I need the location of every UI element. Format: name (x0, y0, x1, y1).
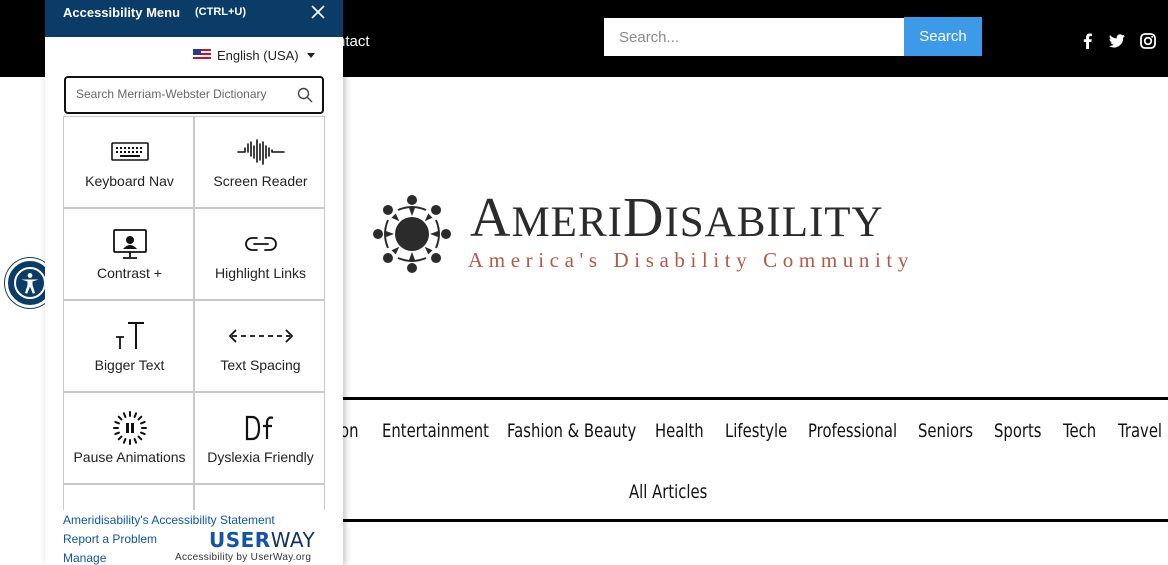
nav-item-entertainment[interactable]: Entertainment (382, 420, 489, 442)
accessibility-menu-footer: Ameridisability's Accessibility Statemen… (45, 510, 343, 565)
manage-link[interactable]: Manage (63, 551, 106, 565)
language-label: English (USA) (217, 47, 299, 63)
tool-screen-reader[interactable]: Screen Reader (194, 116, 325, 208)
tool-highlight-links[interactable]: Highlight Links (194, 208, 325, 300)
text-size-icon (115, 322, 144, 349)
ameridisability-logo-icon[interactable] (368, 190, 456, 278)
tool-contrast[interactable]: Contrast + (63, 208, 194, 300)
nav-item-all-articles[interactable]: All Articles (629, 481, 707, 503)
tool-label: Pause Animations (73, 449, 186, 465)
tool-pause-animations[interactable]: Pause Animations (63, 392, 194, 484)
keyboard-icon (110, 142, 149, 161)
tool-label: Text Spacing (220, 357, 301, 373)
nav-bottom-rule (330, 519, 1168, 522)
tool-keyboard-nav[interactable]: Keyboard Nav (63, 116, 194, 208)
chevron-down-icon (306, 52, 315, 58)
tool-label: Dyslexia Friendly (207, 449, 314, 465)
userway-logo[interactable]: USERWAY (209, 528, 315, 552)
site-tagline: America's Disability Community (468, 248, 914, 272)
accessibility-statement-link[interactable]: Ameridisability's Accessibility Statemen… (63, 513, 275, 527)
link-icon (244, 237, 277, 251)
accessibility-menu-shortcut: (CTRL+U) (195, 6, 247, 18)
site-search-input[interactable] (604, 18, 904, 56)
nav-item-professional[interactable]: Professional (808, 420, 897, 442)
nav-item-seniors[interactable]: Seniors (918, 420, 973, 442)
close-icon[interactable] (309, 3, 327, 21)
page: ntact Search... Search AMERIDISABILITY A… (0, 0, 1168, 565)
language-selector[interactable]: English (USA) (193, 46, 315, 64)
search-icon[interactable] (296, 86, 314, 104)
nav-item-fashion-beauty[interactable]: Fashion & Beauty (507, 420, 636, 442)
tool-text-spacing[interactable]: Text Spacing (194, 300, 325, 392)
tool-bigger-text[interactable]: Bigger Text (63, 300, 194, 392)
nav-item-lifestyle[interactable]: Lifestyle (725, 420, 787, 442)
dictionary-search-input[interactable] (76, 87, 286, 101)
facebook-icon[interactable] (1079, 32, 1097, 50)
tool-dyslexia-friendly[interactable]: Dyslexia Friendly (194, 392, 325, 484)
report-problem-link[interactable]: Report a Problem (63, 532, 157, 546)
monitor-icon (112, 229, 147, 259)
site-logo-title[interactable]: AMERIDISABILITY (470, 186, 884, 255)
accessibility-menu-panel: Accessibility Menu (CTRL+U) English (USA… (45, 0, 343, 565)
accessibility-menu-title: Accessibility Menu (63, 5, 181, 20)
sound-wave-icon (236, 139, 285, 165)
nav-item-travel[interactable]: Travel (1118, 420, 1162, 442)
text-spacing-icon (228, 329, 293, 343)
tool-label: Screen Reader (213, 173, 308, 189)
pause-icon (112, 411, 147, 445)
nav-item-sports[interactable]: Sports (994, 420, 1042, 442)
us-flag-icon (193, 49, 211, 61)
dyslexia-icon (245, 415, 273, 441)
accessibility-menu-header: Accessibility Menu (CTRL+U) (45, 0, 343, 37)
nav-item-tech[interactable]: Tech (1063, 420, 1096, 442)
tool-label: Bigger Text (94, 357, 165, 373)
accessibility-person-icon (14, 267, 46, 299)
twitter-icon[interactable] (1108, 32, 1126, 50)
userway-attribution[interactable]: Accessibility by UserWay.org (175, 552, 311, 563)
nav-top-rule (330, 397, 1168, 400)
site-search-button[interactable]: Search (904, 17, 982, 56)
dictionary-search-box (64, 76, 324, 114)
instagram-icon[interactable] (1139, 32, 1157, 50)
nav-item-health[interactable]: Health (655, 420, 704, 442)
tool-label: Keyboard Nav (85, 173, 174, 189)
tool-label: Highlight Links (214, 265, 307, 281)
tool-label: Contrast + (97, 265, 162, 281)
